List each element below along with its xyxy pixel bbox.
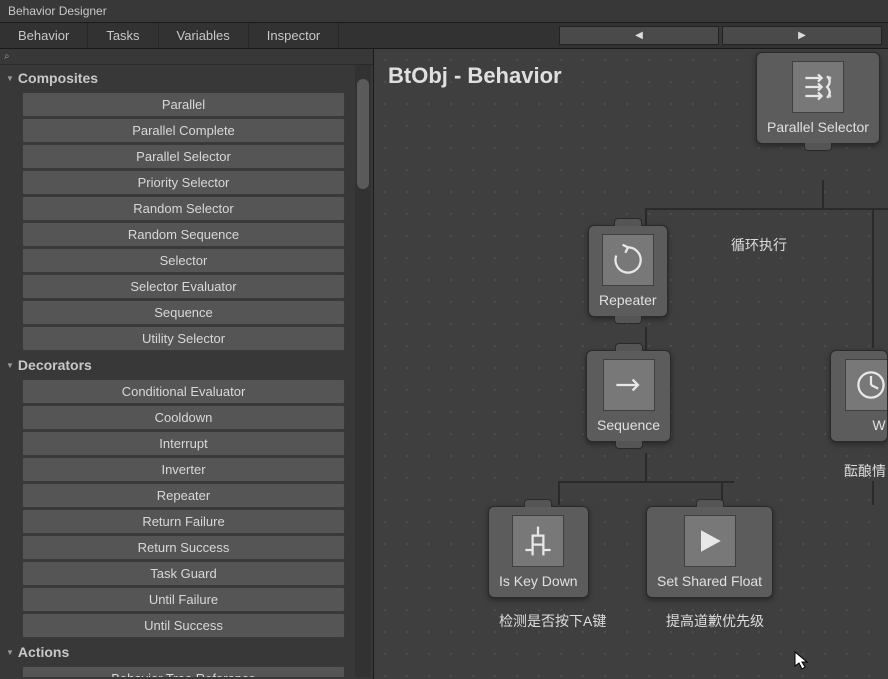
tab-variables[interactable]: Variables xyxy=(159,23,249,48)
annotation-loop: 循环执行 xyxy=(731,235,787,255)
search-bar[interactable]: ⌕ xyxy=(0,49,373,65)
node-label: Is Key Down xyxy=(499,573,578,589)
annotation-detect-key: 检测是否按下A键 xyxy=(499,611,606,631)
group-header-decorators[interactable]: Decorators xyxy=(0,352,353,378)
group-header-composites[interactable]: Composites xyxy=(0,65,353,91)
node-sequence[interactable]: Sequence xyxy=(586,350,671,442)
node-label: Set Shared Float xyxy=(657,573,762,589)
annotation-apology: 提高道歉优先级 xyxy=(666,611,764,631)
task-item[interactable]: Parallel Complete xyxy=(22,118,345,143)
tab-behavior[interactable]: Behavior xyxy=(0,23,88,48)
tab-inspector[interactable]: Inspector xyxy=(249,23,339,48)
nav-prev-button[interactable]: ◀ xyxy=(559,26,719,45)
behavior-canvas[interactable]: BtObj - Behavior Parallel Selector Repea… xyxy=(374,49,888,679)
task-item[interactable]: Sequence xyxy=(22,300,345,325)
task-item[interactable]: Priority Selector xyxy=(22,170,345,195)
node-label: Repeater xyxy=(599,292,657,308)
task-item[interactable]: Task Guard xyxy=(22,561,345,586)
node-is-key-down[interactable]: Is Key Down xyxy=(488,506,589,598)
node-label: Parallel Selector xyxy=(767,119,869,135)
out-port[interactable] xyxy=(804,143,832,151)
task-library-sidebar: ⌕ CompositesParallelParallel CompletePar… xyxy=(0,49,374,679)
task-item[interactable]: Selector Evaluator xyxy=(22,274,345,299)
canvas-title: BtObj - Behavior xyxy=(388,63,562,89)
wait-icon xyxy=(845,359,888,411)
node-repeater[interactable]: Repeater xyxy=(588,225,668,317)
task-item[interactable]: Random Sequence xyxy=(22,222,345,247)
out-port[interactable] xyxy=(615,441,643,449)
is-key-down-icon xyxy=(512,515,564,567)
task-item[interactable]: Conditional Evaluator xyxy=(22,379,345,404)
task-item[interactable]: Cooldown xyxy=(22,405,345,430)
nav-arrows: ◀ ▶ xyxy=(553,23,888,48)
task-item[interactable]: Interrupt xyxy=(22,431,345,456)
main-tabs: Behavior Tasks Variables Inspector ◀ ▶ xyxy=(0,23,888,49)
sequence-icon xyxy=(603,359,655,411)
task-item[interactable]: Return Success xyxy=(22,535,345,560)
task-item[interactable]: Utility Selector xyxy=(22,326,345,351)
node-wait-partial[interactable]: W xyxy=(830,350,888,442)
set-shared-float-icon xyxy=(684,515,736,567)
task-item[interactable]: Until Failure xyxy=(22,587,345,612)
mouse-cursor-icon xyxy=(794,651,810,674)
out-port[interactable] xyxy=(614,316,642,324)
task-item[interactable]: Inverter xyxy=(22,457,345,482)
scrollbar-thumb[interactable] xyxy=(357,79,369,189)
task-item[interactable]: Until Success xyxy=(22,613,345,638)
task-item[interactable]: Repeater xyxy=(22,483,345,508)
in-port[interactable] xyxy=(845,350,873,351)
node-set-shared-float[interactable]: Set Shared Float xyxy=(646,506,773,598)
in-port[interactable] xyxy=(614,218,642,226)
in-port[interactable] xyxy=(615,343,643,351)
in-port[interactable] xyxy=(696,499,724,507)
task-item[interactable]: Return Failure xyxy=(22,509,345,534)
repeater-icon xyxy=(602,234,654,286)
node-parallel-selector[interactable]: Parallel Selector xyxy=(756,52,880,144)
task-item[interactable]: Parallel xyxy=(22,92,345,117)
tab-tasks[interactable]: Tasks xyxy=(88,23,158,48)
group-header-actions[interactable]: Actions xyxy=(0,639,353,665)
task-item[interactable]: Selector xyxy=(22,248,345,273)
search-icon: ⌕ xyxy=(4,51,10,62)
node-label: Sequence xyxy=(597,417,660,433)
nav-next-button[interactable]: ▶ xyxy=(722,26,882,45)
window-titlebar: Behavior Designer xyxy=(0,0,888,23)
parallel-selector-icon xyxy=(792,61,844,113)
annotation-brew: 酝酿情 xyxy=(844,461,886,481)
node-label: W xyxy=(872,417,885,433)
task-item[interactable]: Parallel Selector xyxy=(22,144,345,169)
task-item[interactable]: Random Selector xyxy=(22,196,345,221)
in-port[interactable] xyxy=(524,499,552,507)
